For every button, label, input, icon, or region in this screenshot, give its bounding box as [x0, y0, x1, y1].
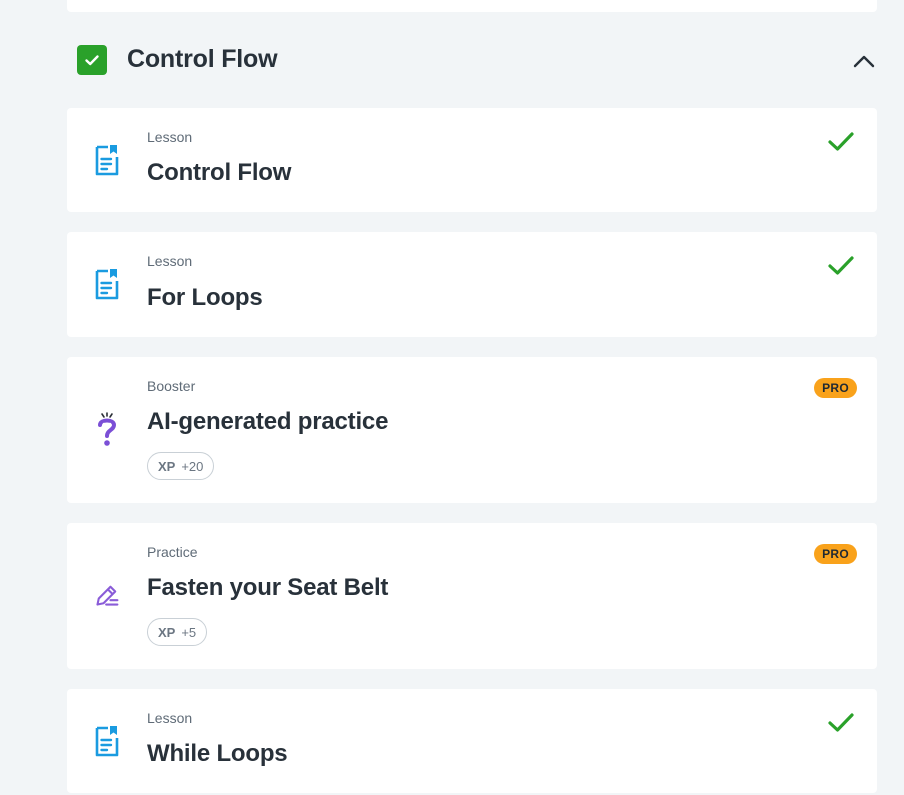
item-type-label: Lesson — [147, 253, 193, 269]
section-title: Control Flow — [127, 45, 278, 73]
practice-card-fasten-seat-belt[interactable]: Practice Fasten your Seat Belt PRO XP +5 — [67, 523, 877, 669]
completed-check-icon — [827, 711, 855, 735]
item-type-label: Practice — [147, 544, 198, 560]
xp-label: XP — [158, 624, 176, 640]
completed-check-icon — [827, 130, 855, 154]
collapse-button[interactable] — [851, 48, 877, 74]
item-title: Control Flow — [147, 159, 292, 186]
item-type-label: Booster — [147, 378, 196, 394]
item-type-label: Lesson — [147, 129, 193, 145]
pencil-edit-icon — [94, 578, 120, 612]
item-type-label: Lesson — [147, 710, 193, 726]
completed-check-icon — [827, 254, 855, 278]
xp-value: +20 — [181, 458, 204, 474]
section-header[interactable]: Control Flow — [77, 38, 877, 82]
lesson-card-control-flow[interactable]: Lesson Control Flow — [67, 108, 877, 212]
pro-badge: PRO — [814, 378, 857, 398]
booster-card-ai-practice[interactable]: Booster AI-generated practice PRO XP +20 — [67, 357, 877, 503]
previous-card — [67, 0, 877, 12]
lesson-card-for-loops[interactable]: Lesson For Loops — [67, 232, 877, 337]
item-title: Fasten your Seat Belt — [147, 574, 389, 601]
xp-reward-chip: XP +20 — [147, 452, 215, 480]
section-complete-checkbox — [77, 45, 107, 75]
item-title: While Loops — [147, 740, 288, 767]
pro-badge: PRO — [814, 544, 857, 564]
chevron-up-icon — [853, 55, 875, 68]
lesson-card-while-loops[interactable]: Lesson While Loops — [67, 689, 877, 793]
check-icon — [85, 55, 99, 66]
question-mark-icon — [94, 412, 120, 447]
item-title: For Loops — [147, 284, 263, 311]
xp-value: +5 — [181, 624, 197, 640]
xp-reward-chip: XP +5 — [147, 618, 208, 646]
lesson-document-icon — [94, 724, 120, 758]
xp-label: XP — [158, 458, 176, 474]
lesson-document-icon — [94, 143, 120, 177]
item-title: AI-generated practice — [147, 408, 389, 435]
lesson-document-icon — [94, 267, 120, 301]
